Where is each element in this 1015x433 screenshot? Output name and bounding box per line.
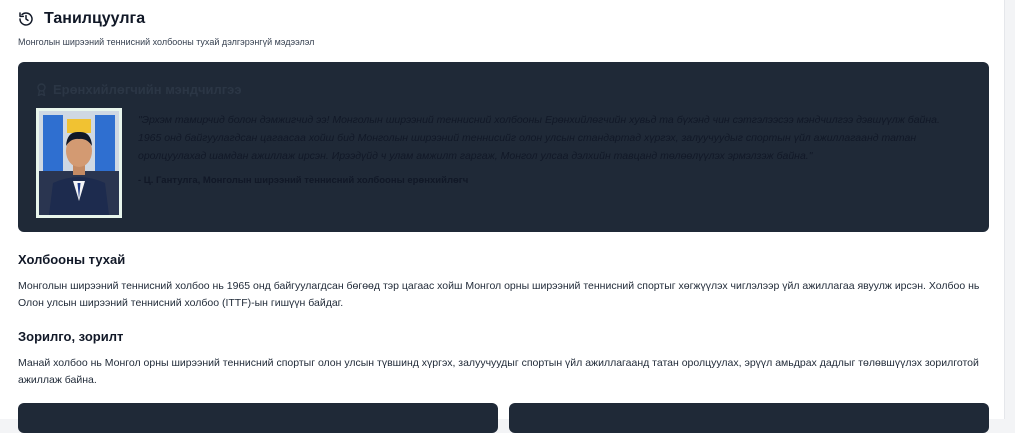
page-title: Танилцуулга xyxy=(44,10,146,27)
history-icon xyxy=(18,11,34,27)
about-section-title: Холбооны тухай xyxy=(18,252,126,267)
president-quote: "Эрхэм тамирчид болон дэмжигчид ээ! Монг… xyxy=(138,114,940,162)
goals-section-title: Зорилго, зорилт xyxy=(18,329,124,344)
president-photo xyxy=(36,108,122,218)
president-portrait-image xyxy=(39,111,119,215)
info-card-right xyxy=(509,403,989,433)
page-subtitle: Монголын ширээний теннисний холбооны тух… xyxy=(18,37,315,47)
president-greeting-panel: Ерөнхийлөгчийн мэндчилгээ "Эрхэм тамирчи… xyxy=(18,62,989,232)
goals-section-text: Манай холбоо нь Монгол орны ширээний тен… xyxy=(18,357,979,386)
president-heading-label: Ерөнхийлөгчийн мэндчилгээ xyxy=(53,82,242,97)
info-card-left xyxy=(18,403,498,433)
award-icon xyxy=(36,83,47,97)
president-heading: Ерөнхийлөгчийн мэндчилгээ xyxy=(36,82,242,97)
page-header: Танилцуулга xyxy=(18,10,145,28)
about-section-text: Монголын ширээний теннисний холбоо нь 19… xyxy=(18,280,980,309)
intro-card: Танилцуулга Монголын ширээний теннисний … xyxy=(0,0,1005,433)
president-quote-author: - Ц. Гантулга, Монголын ширээний теннисн… xyxy=(138,175,469,186)
